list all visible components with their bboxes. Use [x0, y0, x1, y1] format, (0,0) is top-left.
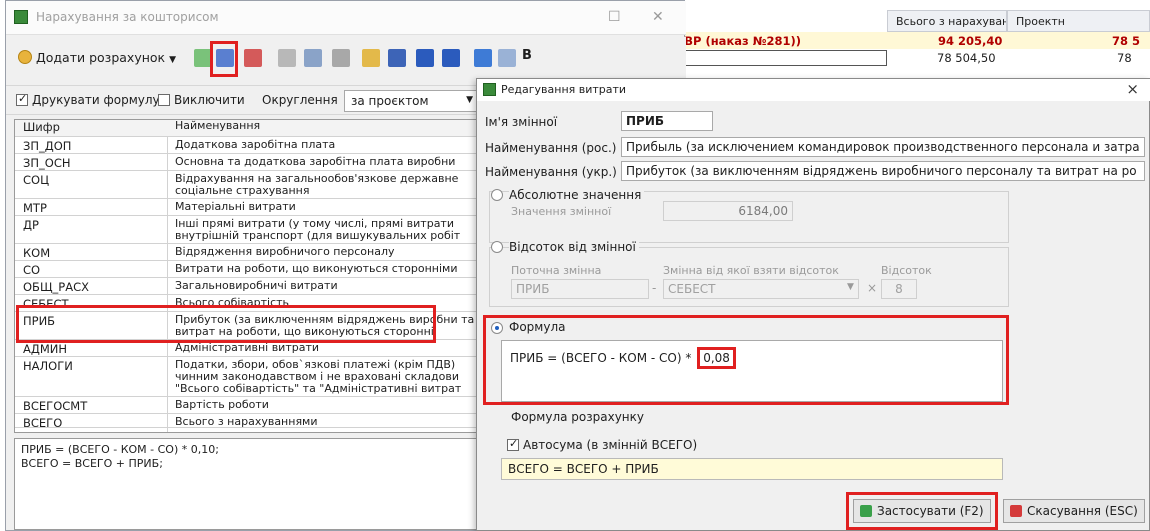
- src-var-field[interactable]: СЕБЕСТ: [663, 279, 859, 299]
- move-up-icon[interactable]: [442, 49, 460, 67]
- name-ua-field[interactable]: Прибуток (за виключенням відряджень виро…: [621, 161, 1145, 181]
- window-title: Нарахування за кошторисом: [36, 10, 219, 24]
- row-name: Податки, збори, обов`язкові платежі (крі…: [175, 359, 462, 395]
- print-icon[interactable]: [332, 49, 350, 67]
- pct-col-label: Відсоток: [881, 264, 932, 277]
- open-icon[interactable]: [362, 49, 380, 67]
- row-name: Інші прямі витрати (у тому числі, прямі …: [175, 218, 461, 242]
- percent-radio[interactable]: [491, 241, 503, 253]
- row-name: Основна та додаткова заробітна плата вир…: [175, 156, 456, 168]
- column-header-total: Всього з нарахуваннями: [887, 10, 1007, 32]
- edit-highlight: [210, 41, 238, 77]
- row-name: Додаткова заробітна плата: [175, 139, 336, 151]
- cur-var-field[interactable]: ПРИБ: [511, 279, 649, 299]
- pct-field[interactable]: 8: [881, 279, 917, 299]
- autosum-checkbox[interactable]: Автосума (в змінній ВСЕГО): [507, 437, 697, 452]
- row-name: Відрахування на загальнообов'язкове держ…: [175, 173, 459, 197]
- minus-sign: -: [652, 281, 657, 295]
- row-total: 78 504,50: [937, 51, 996, 65]
- print-formula-checkbox[interactable]: Друкувати формулу: [16, 92, 160, 107]
- checkbox-unchecked[interactable]: [158, 94, 170, 106]
- checkbox-checked[interactable]: [507, 437, 519, 451]
- row-code: ДР: [23, 218, 39, 232]
- close-icon[interactable]: ×: [1126, 80, 1139, 98]
- row-name: Загальновиробничі витрати: [175, 280, 338, 292]
- percent-label: Відсоток від змінної: [509, 240, 639, 254]
- row-name: Всього з нарахуваннями: [175, 416, 318, 428]
- cancel-icon: [1010, 505, 1022, 517]
- multiply-sign: ×: [867, 281, 878, 295]
- row-name: Матеріальні витрати: [175, 201, 296, 213]
- absolute-radio[interactable]: [491, 189, 503, 201]
- chevron-down-icon[interactable]: ▼: [847, 282, 854, 292]
- row-code: КОМ: [23, 246, 51, 260]
- rounding-select[interactable]: за проєктом ▼: [344, 90, 480, 112]
- maximize-icon[interactable]: ☐: [608, 9, 621, 25]
- row-code: ВСЕГОСМТ: [23, 399, 88, 413]
- row-name: ІВР (наказ №281)): [680, 34, 802, 48]
- move-down-icon[interactable]: [416, 49, 434, 67]
- row-name: Відрядження виробничого персоналу: [175, 246, 395, 258]
- save-icon[interactable]: [388, 49, 406, 67]
- apply-highlight: [846, 492, 998, 530]
- app-icon: [14, 10, 28, 24]
- bold-icon[interactable]: B: [522, 48, 540, 66]
- name-ru-field[interactable]: Прибыль (за исключением командировок про…: [621, 137, 1145, 157]
- exclude-checkbox[interactable]: Виключити: [158, 93, 245, 107]
- copy-icon[interactable]: [304, 49, 322, 67]
- dialog-title: Редагування витрати: [501, 83, 627, 96]
- align-left-icon[interactable]: [474, 49, 492, 67]
- formula-caption: Формула розрахунку: [511, 410, 644, 424]
- add-calculation-button[interactable]: Додати розрахунок ▼: [18, 50, 176, 65]
- name-ru-label: Найменування (рос.): [485, 141, 617, 155]
- rounding-label: Округлення: [262, 93, 338, 107]
- row-name: Вартість роботи: [175, 399, 269, 411]
- table-row: ІВР (наказ №281)) 94 205,40 78 5: [650, 32, 1150, 49]
- abs-value-field[interactable]: 6184,00: [663, 201, 793, 221]
- src-var-label: Змінна від якої взяти відсоток: [663, 264, 839, 277]
- add-icon: [18, 50, 32, 64]
- background-document: Всього з нарахуваннями Проектн ІВР (нака…: [650, 0, 1150, 78]
- name-ua-label: Найменування (укр.): [485, 165, 617, 179]
- header-code: Шифр: [23, 120, 60, 134]
- row-code: СОЦ: [23, 173, 50, 187]
- prib-row-highlight: [16, 305, 436, 343]
- edit-expense-dialog: Редагування витрати × Ім'я змінної ПРИБ …: [476, 78, 1150, 531]
- close-icon[interactable]: ✕: [652, 9, 664, 25]
- var-name-label: Ім'я змінної: [485, 115, 558, 129]
- row-name: Витрати на роботи, що виконуються сторон…: [175, 263, 458, 275]
- row-name: Адміністративні витрати: [175, 342, 320, 354]
- row-code: МТР: [23, 201, 47, 215]
- header-name: Найменування: [175, 120, 261, 132]
- cancel-button[interactable]: Скасування (ESC): [1003, 499, 1145, 523]
- row-code: ОБЩ_РАСХ: [23, 280, 89, 294]
- toolbar: Додати розрахунок ▼ B: [6, 37, 686, 81]
- row-code: ЗП_ОСН: [23, 156, 71, 170]
- row-code: НАЛОГИ: [23, 359, 73, 373]
- absolute-label: Абсолютне значення: [509, 188, 645, 202]
- app-icon: [483, 83, 496, 96]
- formula-highlight: [483, 315, 1009, 405]
- grid-icon[interactable]: [278, 49, 296, 67]
- row-code: ЗП_ДОП: [23, 139, 72, 153]
- row-project: 78: [1117, 51, 1132, 65]
- row-code: АДМИН: [23, 342, 68, 356]
- window-titlebar: Нарахування за кошторисом ☐ ✕: [6, 1, 686, 35]
- row-code: СО: [23, 263, 41, 277]
- row-project: 78 5: [1112, 34, 1141, 48]
- dialog-titlebar: Редагування витрати ×: [477, 79, 1150, 101]
- row-code: ВСЕГО: [23, 416, 63, 430]
- column-header-project: Проектн: [1007, 10, 1150, 32]
- row-total: 94 205,40: [938, 34, 1003, 48]
- var-name-field[interactable]: ПРИБ: [621, 111, 713, 131]
- cur-var-label: Поточна змінна: [511, 264, 602, 277]
- align-center-icon[interactable]: [498, 49, 516, 67]
- checkbox-checked[interactable]: [16, 92, 28, 106]
- abs-value-label: Значення змінної: [511, 205, 612, 218]
- autosum-field[interactable]: ВСЕГО = ВСЕГО + ПРИБ: [501, 458, 1003, 480]
- delete-icon[interactable]: [244, 49, 262, 67]
